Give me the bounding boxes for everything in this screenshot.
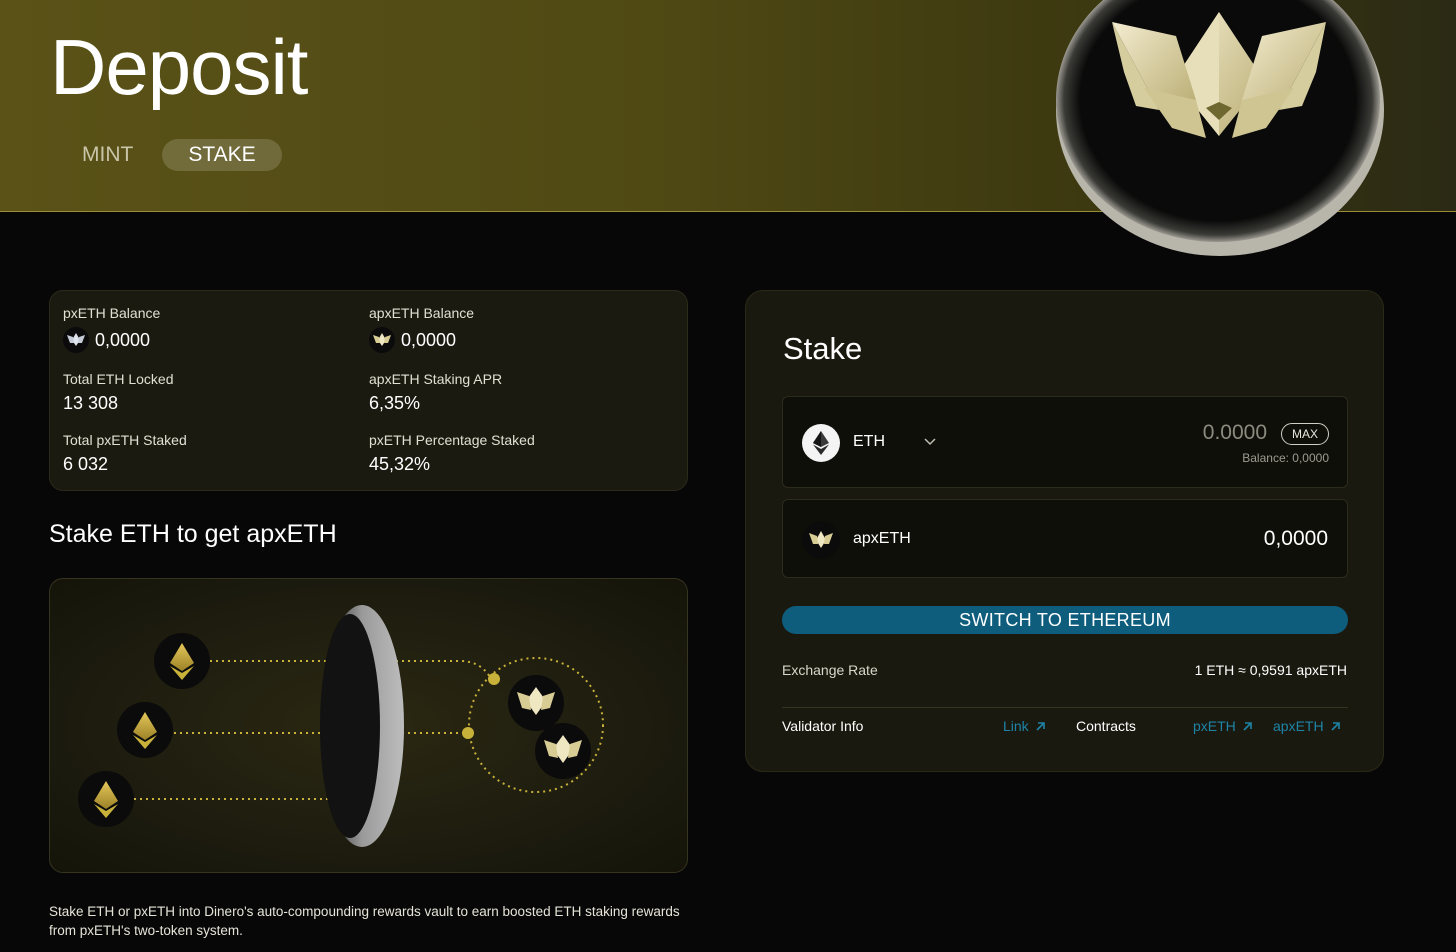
stat-apx-staking-apr: apxETH Staking APR 6,35% — [369, 371, 502, 414]
pxeth-token-icon — [63, 327, 89, 353]
contract-link-apxeth[interactable]: apxETH — [1273, 718, 1341, 734]
stat-apx-balance: apxETH Balance 0,0000 — [369, 305, 474, 353]
tab-stake[interactable]: STAKE — [162, 139, 282, 171]
staking-diagram-graphic — [78, 605, 604, 847]
input-field-eth: ETH MAX Balance: 0,0000 — [782, 396, 1348, 488]
contracts-label: Contracts — [1076, 718, 1136, 734]
external-arrow-icon — [1331, 721, 1340, 731]
eth-icon — [802, 424, 840, 462]
validator-link[interactable]: Link — [1003, 718, 1046, 734]
contract-link-pxeth[interactable]: pxETH — [1193, 718, 1253, 734]
stat-label: apxETH Staking APR — [369, 371, 503, 387]
max-button[interactable]: MAX — [1280, 423, 1329, 445]
contract-link-label: apxETH — [1273, 718, 1324, 734]
stat-label: Total ETH Locked — [63, 371, 174, 387]
stat-total-eth-locked: Total ETH Locked 13 308 — [63, 371, 174, 414]
validator-link-label: Link — [1003, 718, 1029, 734]
stat-label: Total pxETH Staked — [63, 432, 187, 448]
switch-network-button[interactable]: SWITCH TO ETHEREUM — [782, 606, 1348, 634]
description-text: Stake ETH or pxETH into Dinero's auto-co… — [49, 904, 680, 938]
contract-link-label: pxETH — [1193, 718, 1236, 734]
output-field-apxeth: apxETH 0,0000 — [782, 499, 1348, 578]
stat-value: 0,0000 — [401, 329, 457, 350]
stat-value: 0,0000 — [95, 329, 151, 350]
tab-mint[interactable]: MINT — [82, 139, 133, 171]
divider — [782, 707, 1348, 708]
section-title: Stake ETH to get apxETH — [49, 520, 337, 548]
stats-card: pxETH Balance 0,0000 apxETH Balance 0,00… — [49, 290, 688, 491]
stat-px-percentage-staked: pxETH Percentage Staked 45,32% — [369, 432, 535, 475]
external-arrow-icon — [1036, 721, 1045, 731]
exchange-rate-label: Exchange Rate — [782, 662, 878, 678]
stake-panel: Stake ETH MAX Balance: 0,0000 apxETH 0,0… — [745, 290, 1384, 772]
apxeth-icon — [802, 521, 840, 559]
external-arrow-icon — [1243, 721, 1252, 731]
header-banner: Deposit MINT STAKE — [0, 0, 1456, 256]
stat-label: pxETH Balance — [63, 305, 161, 321]
apxeth-coin-logo — [1056, 0, 1384, 256]
staking-illustration — [49, 578, 688, 873]
token-select-label[interactable]: ETH — [853, 433, 885, 451]
stat-value: 6 032 — [63, 454, 109, 474]
page-title: Deposit — [50, 23, 308, 111]
stat-label: pxETH Percentage Staked — [369, 432, 535, 448]
balance-text: Balance: 0,0000 — [1242, 451, 1329, 465]
validator-info-label: Validator Info — [782, 718, 864, 734]
stat-label: apxETH Balance — [369, 305, 475, 321]
apxeth-token-icon — [369, 327, 395, 353]
stat-value: 45,32% — [369, 454, 431, 474]
amount-input[interactable] — [1127, 421, 1267, 445]
stake-title: Stake — [783, 331, 863, 366]
exchange-rate-value: 1 ETH ≈ 0,9591 apxETH — [1194, 662, 1347, 678]
stat-px-balance: pxETH Balance 0,0000 — [63, 305, 160, 353]
stat-value: 13 308 — [63, 393, 119, 413]
stat-value: 6,35% — [369, 393, 421, 413]
chevron-down-icon[interactable] — [923, 435, 937, 449]
output-amount: 0,0000 — [1263, 527, 1328, 550]
stat-total-px-staked: Total pxETH Staked 6 032 — [63, 432, 187, 475]
output-token-label: apxETH — [853, 530, 911, 547]
